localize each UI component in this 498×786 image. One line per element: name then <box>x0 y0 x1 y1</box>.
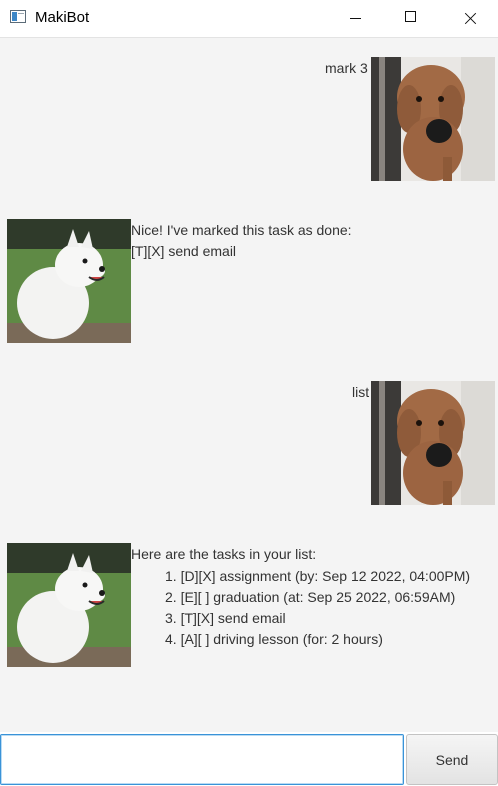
user-message-text: mark 3 <box>325 60 368 76</box>
task-item: 4. [A][ ] driving lesson (for: 2 hours) <box>165 631 383 647</box>
poodle-avatar <box>371 57 495 181</box>
samoyed-avatar <box>7 543 131 667</box>
send-button[interactable]: Send <box>406 734 498 785</box>
user-message-text: list <box>352 384 370 400</box>
poodle-avatar <box>371 381 495 505</box>
task-item: 3. [T][X] send email <box>165 610 286 626</box>
bot-list-header: Here are the tasks in your list: <box>131 546 317 562</box>
task-item: 1. [D][X] assignment (by: Sep 12 2022, 0… <box>165 568 471 584</box>
bot-message-line: Nice! I've marked this task as done: <box>131 222 352 238</box>
app-window-icon <box>10 10 26 23</box>
bot-message-line: [T][X] send email <box>131 243 237 259</box>
chat-area[interactable]: mark 3 Nice! I've marked this task as do… <box>0 38 498 732</box>
message-input[interactable] <box>0 734 404 785</box>
title-bar: MakiBot <box>0 0 498 38</box>
task-list: 1. [D][X] assignment (by: Sep 12 2022, 0… <box>165 566 470 650</box>
close-icon[interactable] <box>446 0 492 36</box>
minimize-icon[interactable] <box>338 0 384 36</box>
maximize-icon[interactable] <box>386 0 432 36</box>
samoyed-avatar <box>7 219 131 343</box>
task-item: 2. [E][ ] graduation (at: Sep 25 2022, 0… <box>165 589 456 605</box>
window-title: MakiBot <box>35 9 90 26</box>
